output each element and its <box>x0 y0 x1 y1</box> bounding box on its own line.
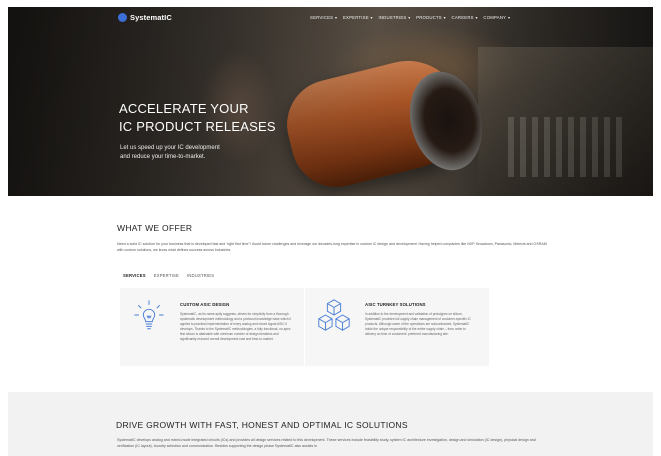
nav-label: EXPERTISE <box>342 15 369 20</box>
nav-item-services[interactable]: SERVICES▼ <box>310 15 338 20</box>
nav-label: INDUSTRIES <box>378 15 407 20</box>
section-title-offer: WHAT WE OFFER <box>117 223 193 233</box>
cubes-icon <box>318 299 350 331</box>
tab-expertise[interactable]: EXPERTISE <box>154 273 179 278</box>
lightbulb-icon <box>134 300 164 330</box>
nav-item-company[interactable]: COMPANY▼ <box>483 15 510 20</box>
hero-title-line-1: ACCELERATE YOUR <box>119 101 249 116</box>
section-title-growth: DRIVE GROWTH WITH FAST, HONEST AND OPTIM… <box>116 420 408 430</box>
card-text: In addition to the development and valid… <box>365 312 471 336</box>
nav-item-industries[interactable]: INDUSTRIES▼ <box>378 15 411 20</box>
hero-subtitle-line-2: and reduce your time-to-market. <box>120 154 206 160</box>
nav-label: SERVICES <box>310 15 334 20</box>
logo-icon <box>118 13 127 22</box>
chevron-down-icon: ▼ <box>507 16 511 20</box>
tab-industries[interactable]: INDUSTRIES <box>187 273 214 278</box>
nav-label: PRODUCTS <box>416 15 442 20</box>
hero-overlay <box>8 7 653 196</box>
chevron-down-icon: ▼ <box>334 16 338 20</box>
top-navigation: SystematIC SERVICES▼ EXPERTISE▼ INDUSTRI… <box>8 7 653 29</box>
nav-item-products[interactable]: PRODUCTS▼ <box>416 15 446 20</box>
logo-text: SystematIC <box>130 13 172 22</box>
nav-item-expertise[interactable]: EXPERTISE▼ <box>343 15 374 20</box>
growth-section: DRIVE GROWTH WITH FAST, HONEST AND OPTIM… <box>8 392 653 456</box>
chevron-down-icon: ▼ <box>369 16 374 20</box>
hero-subtitle: Let us speed up your IC development and … <box>120 144 260 162</box>
main-menu: SERVICES▼ EXPERTISE▼ INDUSTRIES▼ PRODUCT… <box>310 15 511 20</box>
card-title: CUSTOM ASIC DESIGN <box>180 302 230 307</box>
nav-label: CAREERS <box>451 15 474 20</box>
card-text: SystematIC, as its name aptly suggests, … <box>180 312 292 341</box>
hero-title-line-2: IC PRODUCT RELEASES <box>119 119 276 134</box>
tab-services[interactable]: SERVICES <box>123 273 146 278</box>
section-description-offer: Need a solid IC solution for your busine… <box>117 242 547 252</box>
nav-item-careers[interactable]: CAREERS▼ <box>452 15 479 20</box>
chevron-down-icon: ▼ <box>474 16 479 20</box>
offer-tabs: SERVICES EXPERTISE INDUSTRIES <box>123 273 214 278</box>
service-card-asic-turnkey[interactable]: ASIC TURNKEY SOLUTIONS In addition to th… <box>305 288 489 366</box>
chevron-down-icon: ▼ <box>442 16 447 20</box>
card-title: ASIC TURNKEY SOLUTIONS <box>365 302 426 307</box>
hero-banner: SystematIC SERVICES▼ EXPERTISE▼ INDUSTRI… <box>8 7 653 196</box>
hero-title: ACCELERATE YOUR IC PRODUCT RELEASES <box>119 100 319 136</box>
section-description-growth: SystematIC develops analog and mixed-mod… <box>117 438 536 448</box>
nav-label: COMPANY <box>483 15 507 20</box>
site-logo[interactable]: SystematIC <box>118 13 172 22</box>
chevron-down-icon: ▼ <box>407 16 412 20</box>
service-card-custom-asic[interactable]: CUSTOM ASIC DESIGN SystematIC, as its na… <box>120 288 304 366</box>
hero-subtitle-line-1: Let us speed up your IC development <box>120 145 220 151</box>
